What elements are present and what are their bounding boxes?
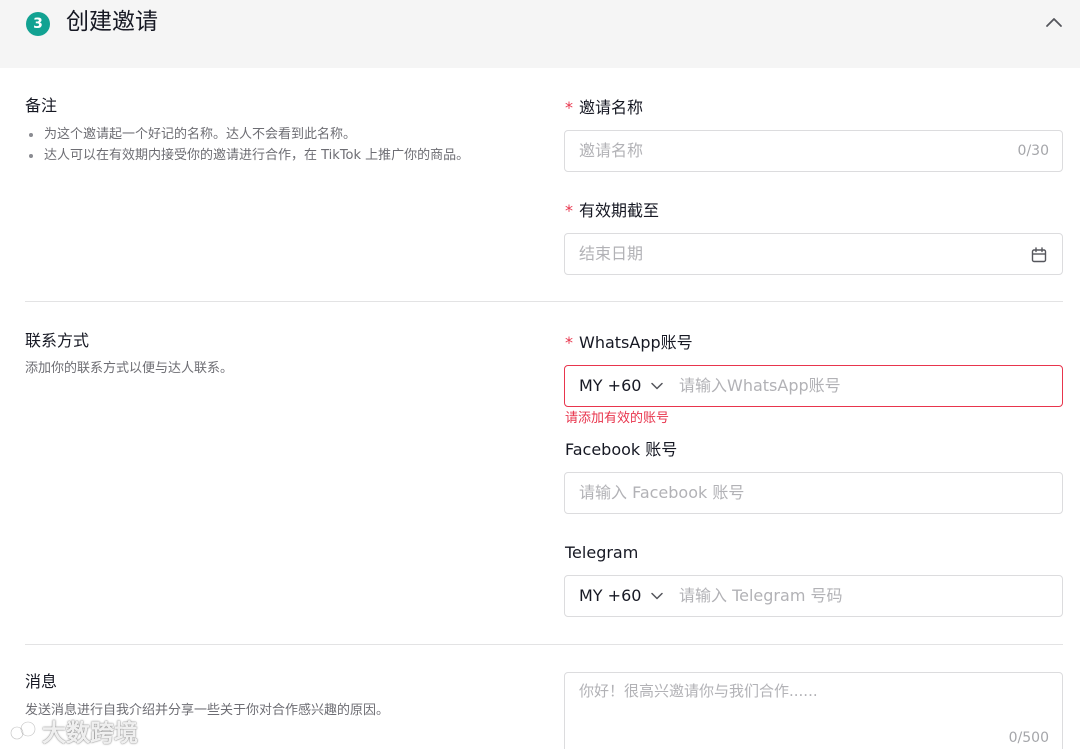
step-number-badge: 3: [26, 12, 50, 36]
message-counter: 0/500: [1008, 730, 1049, 746]
facebook-input[interactable]: 请输入 Facebook 账号: [564, 472, 1063, 514]
chevron-down-icon: [651, 592, 664, 600]
expiry-date-picker[interactable]: 结束日期: [564, 233, 1063, 275]
required-asterisk: *: [565, 201, 573, 220]
expiry-label: * 有效期截至: [565, 200, 659, 222]
invite-name-counter: 0/30: [1017, 143, 1049, 159]
chevron-up-icon: [1046, 18, 1062, 27]
invite-name-label-text: 邀请名称: [579, 98, 644, 117]
telegram-placeholder: 请输入 Telegram 号码: [679, 586, 843, 605]
invite-name-placeholder: 邀请名称: [579, 141, 644, 160]
invite-name-input[interactable]: 邀请名称 0/30: [564, 130, 1063, 172]
section-divider: [25, 301, 1063, 302]
section-title: 创建邀请: [66, 9, 158, 35]
expiry-date-placeholder: 结束日期: [579, 244, 644, 263]
chevron-down-icon: [651, 382, 664, 390]
whatsapp-label: * WhatsApp账号: [565, 332, 693, 354]
whatsapp-country-code: MY +60: [579, 376, 642, 395]
section-header: 3 创建邀请: [0, 0, 1080, 68]
notes-bullet-item: 为这个邀请起一个好记的名称。达人不会看到此名称。: [25, 124, 469, 145]
message-section-title: 消息: [25, 672, 58, 691]
telegram-country-code: MY +60: [579, 586, 642, 605]
facebook-placeholder: 请输入 Facebook 账号: [579, 483, 745, 502]
message-placeholder: 你好！很高兴邀请你与我们合作......: [579, 682, 818, 700]
section-divider: [25, 644, 1063, 645]
collapse-button[interactable]: [1040, 10, 1068, 34]
invite-name-label: * 邀请名称: [565, 97, 643, 119]
telegram-input[interactable]: MY +60 请输入 Telegram 号码: [564, 575, 1063, 617]
calendar-icon[interactable]: [1031, 247, 1047, 263]
required-asterisk: *: [565, 98, 573, 117]
whatsapp-error-message: 请添加有效的账号: [565, 411, 670, 426]
contact-section-description: 添加你的联系方式以便与达人联系。: [25, 361, 234, 376]
watermark-logo-icon: [9, 720, 37, 740]
whatsapp-country-code-select[interactable]: MY +60: [579, 375, 664, 397]
expiry-label-text: 有效期截至: [579, 201, 660, 220]
required-asterisk: *: [565, 333, 573, 352]
watermark-text: 大数跨境: [42, 719, 138, 747]
watermark: 大数跨境: [8, 713, 138, 748]
whatsapp-placeholder: 请输入WhatsApp账号: [679, 376, 841, 395]
telegram-label: Telegram: [565, 543, 639, 562]
notes-section-title: 备注: [25, 96, 58, 115]
facebook-label: Facebook 账号: [565, 440, 678, 459]
contact-section-title: 联系方式: [25, 331, 90, 350]
message-textarea[interactable]: 你好！很高兴邀请你与我们合作...... 0/500: [564, 672, 1063, 749]
notes-bullet-item: 达人可以在有效期内接受你的邀请进行合作，在 TikTok 上推广你的商品。: [25, 145, 469, 166]
notes-bullet-list: 为这个邀请起一个好记的名称。达人不会看到此名称。 达人可以在有效期内接受你的邀请…: [25, 124, 469, 166]
whatsapp-label-text: WhatsApp账号: [579, 333, 693, 352]
telegram-country-code-select[interactable]: MY +60: [579, 585, 664, 607]
whatsapp-input[interactable]: MY +60 请输入WhatsApp账号: [564, 365, 1063, 407]
